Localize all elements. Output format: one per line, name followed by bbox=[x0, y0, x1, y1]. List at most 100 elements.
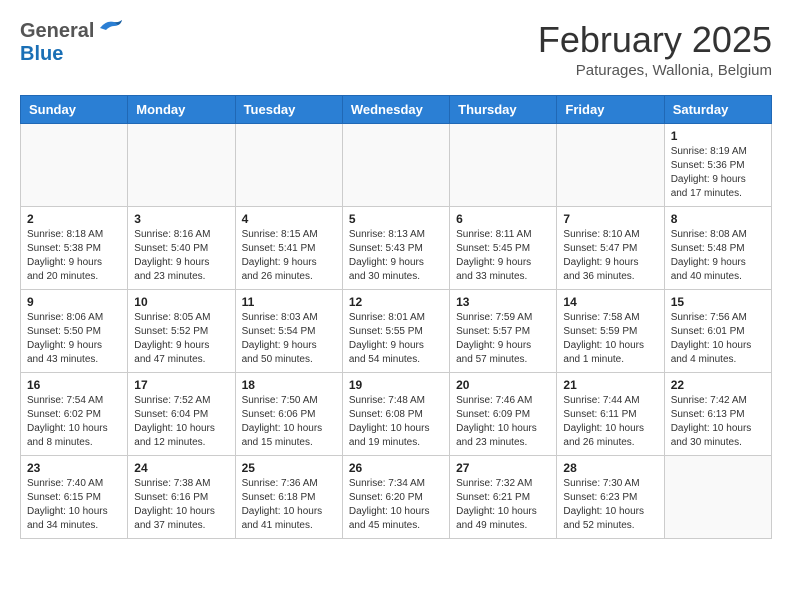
calendar-day-cell bbox=[450, 123, 557, 206]
day-info: Sunrise: 8:16 AM Sunset: 5:40 PM Dayligh… bbox=[134, 228, 228, 284]
day-number: 14 bbox=[563, 295, 657, 309]
logo-blue-text: Blue bbox=[20, 43, 63, 65]
calendar-week-row: 16 Sunrise: 7:54 AM Sunset: 6:02 PM Dayli… bbox=[21, 372, 772, 455]
calendar-day-cell: 5Sunrise: 8:13 AM Sunset: 5:43 PM Daylig… bbox=[342, 206, 449, 289]
calendar-day-cell: 11 Sunrise: 8:03 AM Sunset: 5:54 PM Dayli… bbox=[235, 289, 342, 372]
day-info: Sunrise: 8:08 AM Sunset: 5:48 PM Dayligh… bbox=[671, 228, 765, 284]
calendar-day-cell: 1 Sunrise: 8:19 AM Sunset: 5:36 PM Daylig… bbox=[664, 123, 771, 206]
day-info: Sunrise: 7:52 AM Sunset: 6:04 PM Dayligh… bbox=[134, 394, 228, 450]
calendar-day-cell: 14 Sunrise: 7:58 AM Sunset: 5:59 PM Dayli… bbox=[557, 289, 664, 372]
day-info: Sunrise: 7:46 AM Sunset: 6:09 PM Dayligh… bbox=[456, 394, 550, 450]
day-number: 22 bbox=[671, 378, 765, 392]
day-number: 23 bbox=[27, 461, 121, 475]
day-number: 21 bbox=[563, 378, 657, 392]
day-info: Sunrise: 7:38 AM Sunset: 6:16 PM Dayligh… bbox=[134, 477, 228, 533]
calendar-day-cell: 9 Sunrise: 8:06 AM Sunset: 5:50 PM Daylig… bbox=[21, 289, 128, 372]
day-info: Sunrise: 7:42 AM Sunset: 6:13 PM Dayligh… bbox=[671, 394, 765, 450]
day-number: 6 bbox=[456, 212, 550, 226]
day-info: Sunrise: 7:48 AM Sunset: 6:08 PM Dayligh… bbox=[349, 394, 443, 450]
day-number: 4 bbox=[242, 212, 336, 226]
day-info: Sunrise: 7:32 AM Sunset: 6:21 PM Dayligh… bbox=[456, 477, 550, 533]
day-info: Sunrise: 8:05 AM Sunset: 5:52 PM Dayligh… bbox=[134, 311, 228, 367]
day-number: 24 bbox=[134, 461, 228, 475]
calendar-day-cell: 2 Sunrise: 8:18 AM Sunset: 5:38 PM Daylig… bbox=[21, 206, 128, 289]
location-subtitle: Paturages, Wallonia, Belgium bbox=[538, 62, 772, 79]
weekday-header-friday: Friday bbox=[557, 95, 664, 123]
day-number: 16 bbox=[27, 378, 121, 392]
calendar-day-cell: 22 Sunrise: 7:42 AM Sunset: 6:13 PM Dayli… bbox=[664, 372, 771, 455]
calendar-day-cell: 10 Sunrise: 8:05 AM Sunset: 5:52 PM Dayli… bbox=[128, 289, 235, 372]
calendar-day-cell bbox=[128, 123, 235, 206]
calendar-day-cell: 6 Sunrise: 8:11 AM Sunset: 5:45 PM Daylig… bbox=[450, 206, 557, 289]
calendar-week-row: 23 Sunrise: 7:40 AM Sunset: 6:15 PM Dayli… bbox=[21, 455, 772, 538]
day-number: 28 bbox=[563, 461, 657, 475]
logo: General Blue bbox=[20, 20, 124, 66]
calendar-day-cell: 7Sunrise: 8:10 AM Sunset: 5:47 PM Daylig… bbox=[557, 206, 664, 289]
day-number: 2 bbox=[27, 212, 121, 226]
day-info: Sunrise: 7:40 AM Sunset: 6:15 PM Dayligh… bbox=[27, 477, 121, 533]
day-number: 15 bbox=[671, 295, 765, 309]
calendar-day-cell: 17 Sunrise: 7:52 AM Sunset: 6:04 PM Dayli… bbox=[128, 372, 235, 455]
day-info: Sunrise: 8:18 AM Sunset: 5:38 PM Dayligh… bbox=[27, 228, 121, 284]
calendar-day-cell: 23 Sunrise: 7:40 AM Sunset: 6:15 PM Dayli… bbox=[21, 455, 128, 538]
weekday-header-saturday: Saturday bbox=[664, 95, 771, 123]
day-number: 3 bbox=[134, 212, 228, 226]
calendar-day-cell: 3 Sunrise: 8:16 AM Sunset: 5:40 PM Daylig… bbox=[128, 206, 235, 289]
calendar-day-cell: 12Sunrise: 8:01 AM Sunset: 5:55 PM Dayli… bbox=[342, 289, 449, 372]
day-info: Sunrise: 8:19 AM Sunset: 5:36 PM Dayligh… bbox=[671, 145, 765, 201]
day-number: 17 bbox=[134, 378, 228, 392]
calendar-table: SundayMondayTuesdayWednesdayThursdayFrid… bbox=[20, 95, 772, 539]
day-info: Sunrise: 7:58 AM Sunset: 5:59 PM Dayligh… bbox=[563, 311, 657, 367]
calendar-day-cell: 20 Sunrise: 7:46 AM Sunset: 6:09 PM Dayli… bbox=[450, 372, 557, 455]
calendar-day-cell: 13 Sunrise: 7:59 AM Sunset: 5:57 PM Dayli… bbox=[450, 289, 557, 372]
calendar-day-cell: 18Sunrise: 7:50 AM Sunset: 6:06 PM Dayli… bbox=[235, 372, 342, 455]
day-info: Sunrise: 8:01 AM Sunset: 5:55 PM Dayligh… bbox=[349, 311, 443, 367]
calendar-day-cell: 19 Sunrise: 7:48 AM Sunset: 6:08 PM Dayli… bbox=[342, 372, 449, 455]
calendar-day-cell bbox=[664, 455, 771, 538]
calendar-week-row: 9 Sunrise: 8:06 AM Sunset: 5:50 PM Daylig… bbox=[21, 289, 772, 372]
day-number: 13 bbox=[456, 295, 550, 309]
day-info: Sunrise: 7:34 AM Sunset: 6:20 PM Dayligh… bbox=[349, 477, 443, 533]
day-number: 25 bbox=[242, 461, 336, 475]
calendar-week-row: 1 Sunrise: 8:19 AM Sunset: 5:36 PM Daylig… bbox=[21, 123, 772, 206]
title-area: February 2025 Paturages, Wallonia, Belgi… bbox=[538, 20, 772, 79]
day-info: Sunrise: 7:30 AM Sunset: 6:23 PM Dayligh… bbox=[563, 477, 657, 533]
day-number: 20 bbox=[456, 378, 550, 392]
logo-bird-icon bbox=[96, 18, 124, 38]
day-info: Sunrise: 8:03 AM Sunset: 5:54 PM Dayligh… bbox=[242, 311, 336, 367]
day-number: 27 bbox=[456, 461, 550, 475]
day-number: 26 bbox=[349, 461, 443, 475]
day-info: Sunrise: 7:59 AM Sunset: 5:57 PM Dayligh… bbox=[456, 311, 550, 367]
day-number: 5 bbox=[349, 212, 443, 226]
day-number: 1 bbox=[671, 129, 765, 143]
calendar-day-cell bbox=[342, 123, 449, 206]
calendar-day-cell: 15 Sunrise: 7:56 AM Sunset: 6:01 PM Dayli… bbox=[664, 289, 771, 372]
day-number: 8 bbox=[671, 212, 765, 226]
calendar-day-cell: 16 Sunrise: 7:54 AM Sunset: 6:02 PM Dayli… bbox=[21, 372, 128, 455]
day-number: 10 bbox=[134, 295, 228, 309]
logo-general-text: General bbox=[20, 20, 94, 43]
day-number: 19 bbox=[349, 378, 443, 392]
day-number: 11 bbox=[242, 295, 336, 309]
calendar-day-cell: 4 Sunrise: 8:15 AM Sunset: 5:41 PM Daylig… bbox=[235, 206, 342, 289]
day-info: Sunrise: 7:54 AM Sunset: 6:02 PM Dayligh… bbox=[27, 394, 121, 450]
weekday-header-monday: Monday bbox=[128, 95, 235, 123]
day-number: 9 bbox=[27, 295, 121, 309]
month-year-title: February 2025 bbox=[538, 20, 772, 60]
calendar-day-cell: 25 Sunrise: 7:36 AM Sunset: 6:18 PM Dayli… bbox=[235, 455, 342, 538]
calendar-day-cell: 8 Sunrise: 8:08 AM Sunset: 5:48 PM Daylig… bbox=[664, 206, 771, 289]
weekday-header-tuesday: Tuesday bbox=[235, 95, 342, 123]
day-number: 18 bbox=[242, 378, 336, 392]
calendar-day-cell: 28 Sunrise: 7:30 AM Sunset: 6:23 PM Dayli… bbox=[557, 455, 664, 538]
day-info: Sunrise: 7:36 AM Sunset: 6:18 PM Dayligh… bbox=[242, 477, 336, 533]
weekday-header-sunday: Sunday bbox=[21, 95, 128, 123]
day-info: Sunrise: 8:06 AM Sunset: 5:50 PM Dayligh… bbox=[27, 311, 121, 367]
calendar-day-cell bbox=[557, 123, 664, 206]
calendar-day-cell bbox=[21, 123, 128, 206]
day-info: Sunrise: 7:56 AM Sunset: 6:01 PM Dayligh… bbox=[671, 311, 765, 367]
calendar-week-row: 2 Sunrise: 8:18 AM Sunset: 5:38 PM Daylig… bbox=[21, 206, 772, 289]
calendar-day-cell: 27 Sunrise: 7:32 AM Sunset: 6:21 PM Dayli… bbox=[450, 455, 557, 538]
calendar-day-cell bbox=[235, 123, 342, 206]
day-info: Sunrise: 8:11 AM Sunset: 5:45 PM Dayligh… bbox=[456, 228, 550, 284]
day-info: Sunrise: 8:15 AM Sunset: 5:41 PM Dayligh… bbox=[242, 228, 336, 284]
